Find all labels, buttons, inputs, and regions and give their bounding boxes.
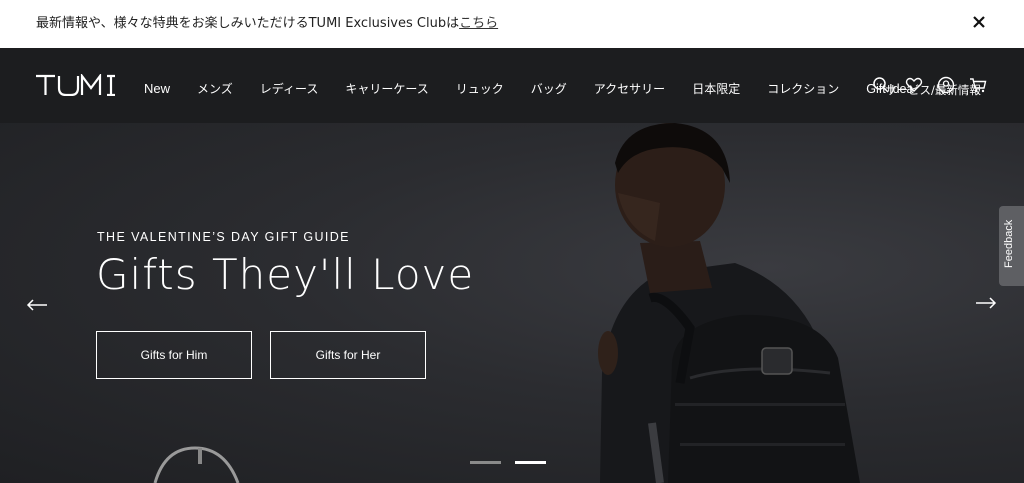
hero-headline: Gifts They'll Love bbox=[96, 250, 475, 299]
carousel-dot-1[interactable] bbox=[470, 461, 501, 464]
tumi-logo[interactable] bbox=[35, 74, 117, 96]
nav-item-backpacks[interactable]: リュック bbox=[456, 81, 504, 97]
cart-icon[interactable] bbox=[969, 76, 987, 94]
nav-item-collections[interactable]: コレクション bbox=[767, 81, 839, 97]
hero-eyebrow: THE VALENTINE’S DAY GIFT GUIDE bbox=[97, 230, 350, 244]
nav-item-luggage[interactable]: キャリーケース bbox=[345, 81, 428, 97]
nav-item-japan-limited[interactable]: 日本限定 bbox=[692, 81, 740, 97]
announcement-bar: 最新情報や、様々な特典をお楽しみいただけるTUMI Exclusives Clu… bbox=[0, 0, 1024, 48]
service-link[interactable]: サービス/最新情報 bbox=[885, 82, 981, 98]
nav-item-new[interactable]: New bbox=[144, 81, 170, 97]
nav-item-bags[interactable]: バッグ bbox=[531, 81, 567, 97]
site-header: New メンズ レディース キャリーケース リュック バッグ アクセサリー 日本… bbox=[0, 48, 1024, 123]
account-icon[interactable] bbox=[937, 76, 955, 94]
main-nav: New メンズ レディース キャリーケース リュック バッグ アクセサリー 日本… bbox=[144, 81, 940, 97]
carousel-pagination bbox=[470, 461, 546, 464]
arrow-left-icon[interactable] bbox=[26, 298, 48, 312]
nav-item-ladies[interactable]: レディース bbox=[260, 81, 319, 97]
announcement-text: 最新情報や、様々な特典をお楽しみいただけるTUMI Exclusives Clu… bbox=[36, 12, 498, 31]
hero-banner: THE VALENTINE’S DAY GIFT GUIDE Gifts The… bbox=[0, 123, 1024, 483]
arrow-right-icon[interactable] bbox=[975, 296, 997, 310]
nav-item-mens[interactable]: メンズ bbox=[197, 81, 233, 97]
feedback-tab[interactable]: Feedback bbox=[999, 206, 1024, 286]
gifts-for-her-button[interactable]: Gifts for Her bbox=[270, 331, 426, 379]
announcement-link[interactable]: こちら bbox=[459, 16, 498, 31]
close-icon[interactable] bbox=[970, 13, 988, 31]
hero-model-image bbox=[153, 123, 860, 483]
feedback-label: Feedback bbox=[1003, 219, 1015, 268]
gifts-for-him-button[interactable]: Gifts for Him bbox=[96, 331, 252, 379]
announcement-message: 最新情報や、様々な特典をお楽しみいただけるTUMI Exclusives Clu… bbox=[36, 16, 460, 31]
nav-item-accessories[interactable]: アクセサリー bbox=[594, 81, 665, 97]
carousel-dot-2-active[interactable] bbox=[515, 461, 546, 464]
